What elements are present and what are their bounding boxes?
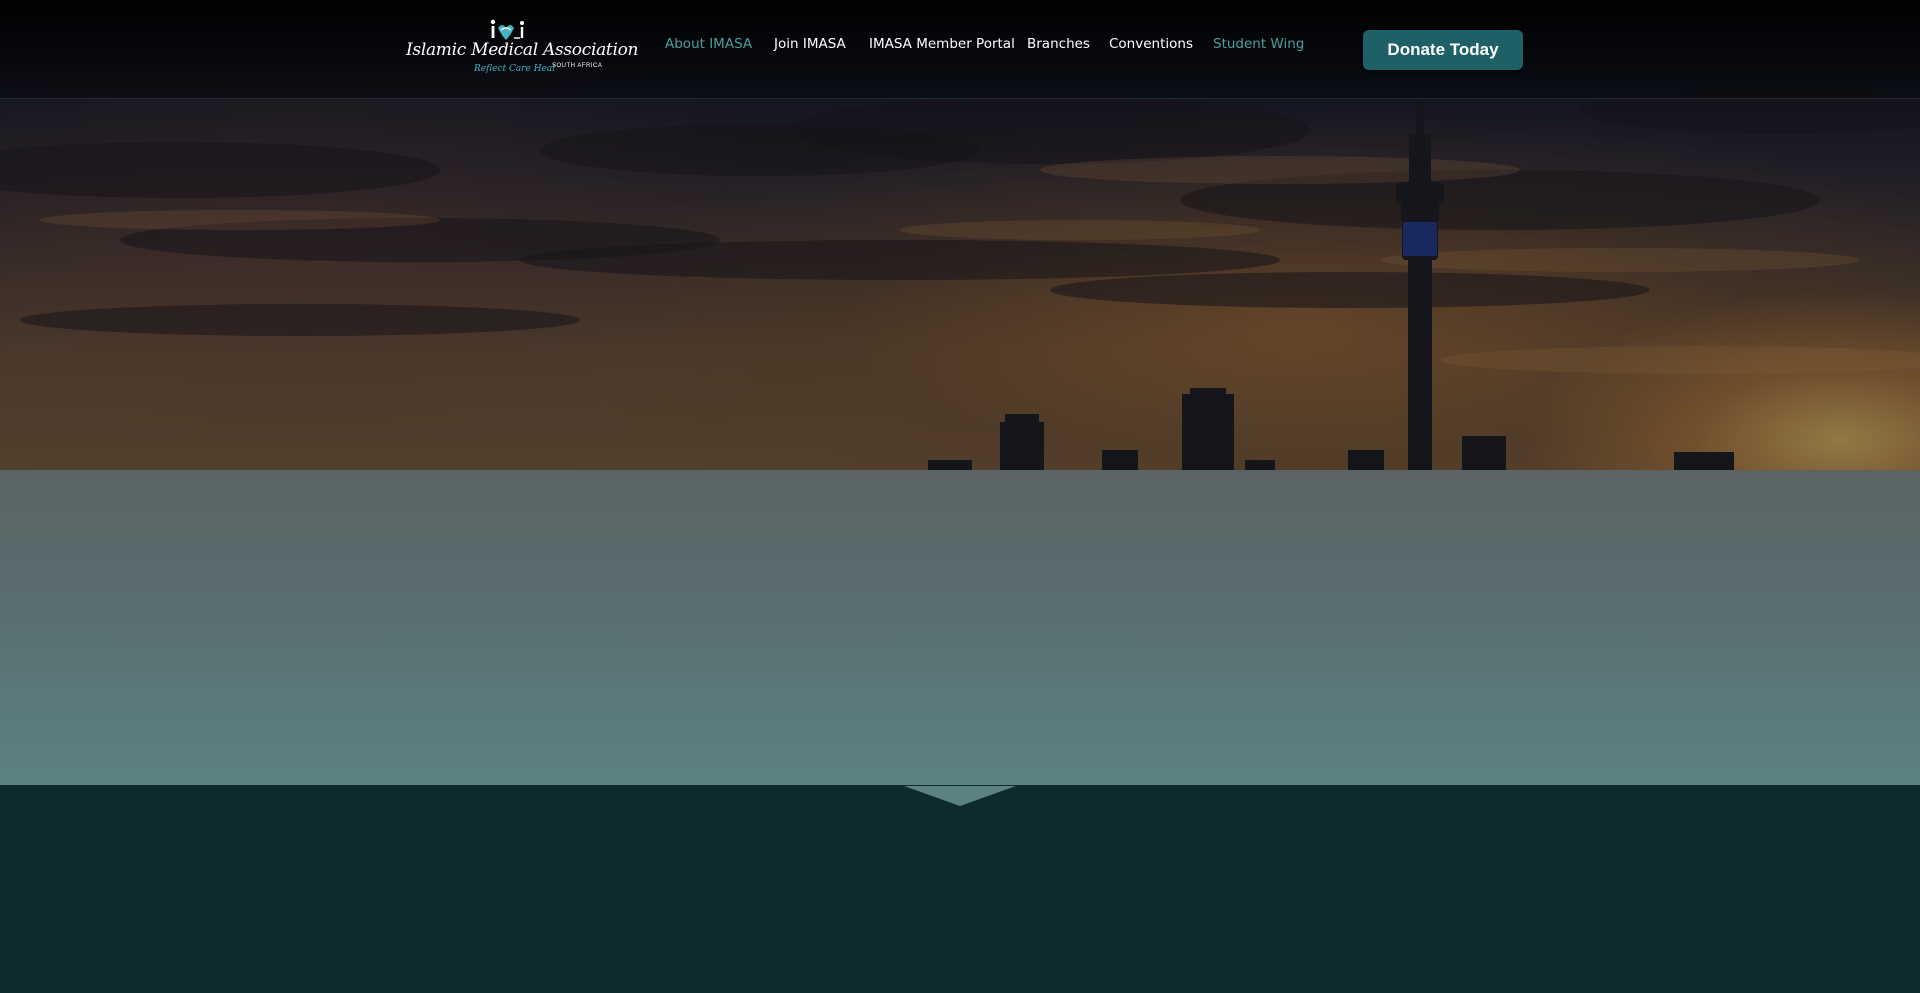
nav-item-conventions[interactable]: Conventions — [1109, 36, 1193, 52]
nav-item-about-imasa[interactable]: About IMASA — [665, 36, 752, 52]
nav-item-member-portal[interactable]: IMASA Member Portal — [869, 36, 1015, 52]
section-divider-notch — [0, 785, 1920, 806]
site-logo[interactable]: Islamic Medical Association Reflect Care… — [406, 18, 638, 78]
nav-item-branches[interactable]: Branches — [1027, 36, 1090, 52]
site-header: Islamic Medical Association Reflect Care… — [0, 0, 1920, 99]
nav-item-join-imasa[interactable]: Join IMASA — [774, 36, 846, 52]
logo-tagline: Reflect Care Heal — [474, 64, 556, 74]
nav-item-student-wing[interactable]: Student Wing — [1213, 36, 1304, 52]
dark-section — [0, 786, 1920, 993]
logo-name: Islamic Medical Association — [406, 40, 639, 60]
hero-content-band — [0, 470, 1920, 786]
donate-button[interactable]: Donate Today — [1363, 30, 1523, 70]
page: Islamic Medical Association Reflect Care… — [0, 0, 1920, 993]
logo-region: SOUTH AFRICA — [552, 63, 603, 69]
